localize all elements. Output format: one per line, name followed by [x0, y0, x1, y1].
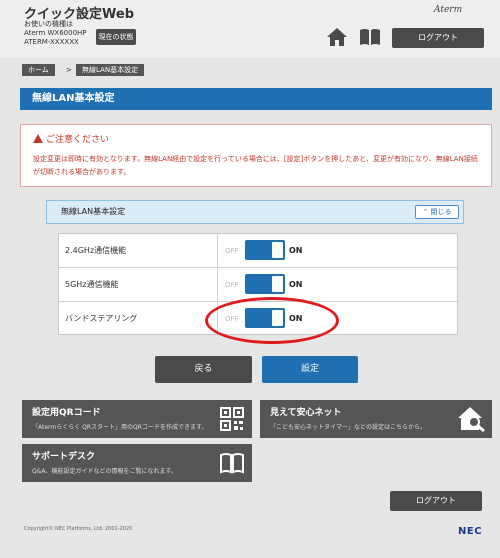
setting-label: 5GHz通信機能	[65, 280, 119, 289]
book-icon[interactable]	[358, 27, 382, 47]
device-line-3: ATERM-XXXXXX	[24, 38, 79, 46]
setting-label: バンドステアリング	[65, 314, 138, 323]
house-search-icon	[458, 407, 485, 432]
toggle-knob	[272, 242, 283, 258]
card-desc: 「Atermらくらく QRスタート」用のQRコードを作成できます。	[32, 424, 208, 431]
device-info: お使いの機種は Aterm WX6000HP ATERM-XXXXXX	[24, 20, 87, 47]
off-label: OFF	[225, 281, 239, 289]
copyright: Copyright© NEC Platforms, Ltd. 2001-2020	[24, 526, 133, 532]
card-desc: Q&A、機能設定ガイドなどの情報をご覧になれます。	[32, 468, 177, 475]
logout-button-bottom[interactable]: ログアウト	[390, 491, 482, 511]
on-label: ON	[289, 280, 303, 289]
highlight-circle	[205, 297, 339, 344]
aterm-logo: Aterm	[434, 5, 463, 15]
qr-code-icon	[220, 407, 244, 431]
support-desk-card[interactable]: サポートデスク Q&A、機能設定ガイドなどの情報をご覧になれます。	[22, 444, 252, 482]
section-header: 無線LAN基本設定 ⌃ 閉じる	[46, 200, 464, 224]
notice-title: ご注意ください	[33, 132, 109, 145]
chevron-up-icon: ⌃	[422, 208, 429, 216]
on-label: ON	[289, 246, 303, 255]
qr-code-card[interactable]: 設定用QRコード 「Atermらくらく QRスタート」用のQRコードを作成できま…	[22, 400, 252, 438]
section-title: 無線LAN基本設定	[61, 207, 126, 216]
collapse-label: 閉じる	[430, 208, 452, 216]
header: クイック設定Web お使いの機種は Aterm WX6000HP ATERM-X…	[0, 0, 500, 58]
card-desc: 「こども安心ネットタイマー」などの設定はこちらから。	[270, 424, 427, 431]
column-divider	[217, 268, 218, 302]
home-icon[interactable]	[326, 27, 348, 47]
card-title: サポートデスク	[32, 452, 96, 462]
toggle-knob	[272, 276, 283, 292]
mieru-anshin-card[interactable]: 見えて安心ネット 「こども安心ネットタイマー」などの設定はこちらから。	[260, 400, 492, 438]
device-line-1: お使いの機種は	[24, 20, 73, 28]
status-button[interactable]: 現在の状態	[96, 29, 136, 45]
warning-icon	[33, 134, 43, 143]
breadcrumb-separator: >	[66, 66, 72, 74]
logout-button[interactable]: ログアウト	[392, 28, 484, 48]
back-button[interactable]: 戻る	[155, 356, 252, 383]
notice-text: 設定変更は即時に有効となります。無線LAN経由で設定を行っている場合には、[設定…	[33, 155, 478, 176]
breadcrumb-current: 無線LAN基本設定	[76, 64, 145, 76]
card-title: 設定用QRコード	[32, 408, 101, 418]
toggle-switch-24ghz[interactable]	[245, 240, 285, 260]
column-divider	[217, 234, 218, 268]
setting-row-24ghz: 2.4GHz通信機能 OFF ON	[59, 234, 457, 268]
off-label: OFF	[225, 247, 239, 255]
book-icon	[220, 453, 244, 474]
setting-label: 2.4GHz通信機能	[65, 246, 127, 255]
page-title: 無線LAN基本設定	[20, 88, 492, 110]
breadcrumb-home[interactable]: ホーム	[22, 64, 55, 76]
card-title: 見えて安心ネット	[270, 408, 342, 418]
apply-button[interactable]: 設定	[262, 356, 358, 383]
notice-title-text: ご注意ください	[46, 135, 110, 145]
collapse-button[interactable]: ⌃ 閉じる	[415, 205, 459, 219]
toggle-switch-5ghz[interactable]	[245, 274, 285, 294]
nec-logo: NEC	[458, 526, 483, 537]
device-line-2: Aterm WX6000HP	[24, 29, 87, 37]
notice-box: ご注意ください 設定変更は即時に有効となります。無線LAN経由で設定を行っている…	[20, 124, 492, 187]
